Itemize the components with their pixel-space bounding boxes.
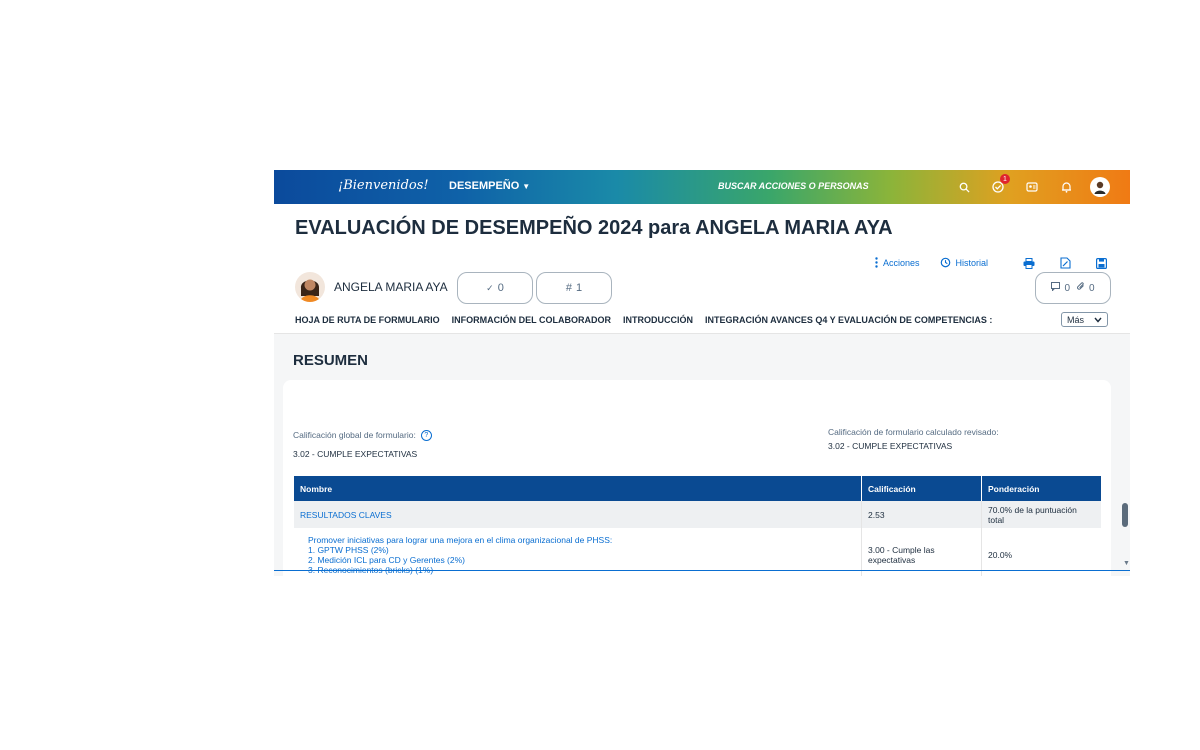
section-weight: 70.0% de la puntuación total bbox=[981, 501, 1101, 528]
module-label: DESEMPEÑO bbox=[449, 180, 520, 192]
summary-card: Calificación global de formulario:? 3.02… bbox=[283, 380, 1111, 576]
overall-rating-value: 3.02 - CUMPLE EXPECTATIVAS bbox=[293, 449, 418, 460]
overall-rating: Calificación global de formulario:? 3.02… bbox=[293, 430, 432, 459]
bell-icon[interactable] bbox=[1056, 177, 1076, 197]
goal-line: 1. GPTW PHSS (2%) bbox=[308, 545, 389, 555]
table-row: Promover iniciativas para lograr una mej… bbox=[294, 528, 1101, 576]
goal-weight: 20.0% bbox=[981, 528, 1101, 576]
approvals-icon[interactable]: 1 bbox=[988, 174, 1010, 197]
more-vertical-icon bbox=[875, 256, 878, 270]
revised-rating-label: Calificación de formulario calculado rev… bbox=[828, 427, 999, 437]
step-number-button[interactable]: # 1 bbox=[536, 272, 612, 304]
search-icon[interactable] bbox=[954, 177, 974, 197]
attachments-count: 0 bbox=[1089, 282, 1095, 294]
sign-document-icon[interactable] bbox=[1056, 255, 1074, 271]
page-title: EVALUACIÓN DE DESEMPEÑO 2024 para ANGELA… bbox=[295, 217, 893, 239]
notification-badge: 1 bbox=[1000, 174, 1010, 184]
revised-rating-value: 3.02 - CUMPLE EXPECTATIVAS bbox=[828, 441, 953, 451]
goal-line: Promover iniciativas para lograr una mej… bbox=[308, 535, 613, 545]
search-input[interactable]: BUSCAR ACCIONES O PERSONAS bbox=[718, 181, 869, 191]
section-rating: 2.53 bbox=[861, 501, 982, 528]
column-header-weight: Ponderación bbox=[981, 476, 1101, 501]
table-row: RESULTADOS CLAVES 2.53 70.0% de la puntu… bbox=[294, 501, 1101, 528]
column-header-rating: Calificación bbox=[861, 476, 982, 501]
scrollbar-thumb[interactable] bbox=[1122, 503, 1128, 527]
step-number: 1 bbox=[576, 282, 583, 294]
goal-link[interactable]: Promover iniciativas para lograr una mej… bbox=[294, 528, 862, 576]
column-header-name: Nombre bbox=[294, 476, 862, 501]
tab-q4-competencies[interactable]: INTEGRACIÓN AVANCES Q4 Y EVALUACIÓN DE C… bbox=[705, 315, 992, 325]
caret-down-icon: ▼ bbox=[522, 182, 531, 191]
form-toolbar: Acciones Historial bbox=[875, 255, 1110, 271]
check-icon: ✓ bbox=[486, 282, 494, 293]
actions-button[interactable]: Acciones bbox=[875, 256, 920, 270]
save-icon[interactable] bbox=[1092, 255, 1110, 271]
completed-items-button[interactable]: ✓ 0 bbox=[457, 272, 533, 304]
employee-info: ANGELA MARIA AYA bbox=[295, 272, 448, 302]
goal-rating: 3.00 - Cumple las expectativas bbox=[861, 528, 982, 576]
user-avatar[interactable] bbox=[1090, 177, 1110, 197]
overall-rating-label: Calificación global de formulario: bbox=[293, 430, 416, 440]
tab-employee-info[interactable]: INFORMACIÓN DEL COLABORADOR bbox=[452, 315, 611, 325]
more-sections-dropdown[interactable]: Más bbox=[1061, 312, 1108, 327]
chevron-down-icon bbox=[1094, 315, 1102, 325]
history-label: Historial bbox=[955, 258, 989, 268]
employee-photo bbox=[295, 272, 325, 302]
completed-count: 0 bbox=[497, 282, 504, 294]
module-menu[interactable]: DESEMPEÑO ▼ bbox=[449, 180, 530, 192]
summary-table: Nombre Calificación Ponderación RESULTAD… bbox=[294, 476, 1101, 576]
employee-name: ANGELA MARIA AYA bbox=[334, 280, 448, 294]
table-header-row: Nombre Calificación Ponderación bbox=[294, 476, 1101, 501]
history-icon bbox=[940, 257, 951, 270]
comment-icon bbox=[1051, 282, 1061, 294]
tab-introduction[interactable]: INTRODUCCIÓN bbox=[623, 315, 693, 325]
scroll-down-icon[interactable]: ▼ bbox=[1123, 560, 1130, 567]
goal-line: 2. Medición ICL para CD y Gerentes (2%) bbox=[308, 555, 465, 565]
comments-count: 0 bbox=[1064, 282, 1070, 294]
divider bbox=[274, 570, 1130, 571]
form-content: RESUMEN Calificación global de formulari… bbox=[274, 333, 1130, 576]
more-label: Más bbox=[1067, 314, 1085, 325]
revised-rating: Calificación de formulario calculado rev… bbox=[828, 427, 999, 451]
actions-label: Acciones bbox=[883, 258, 920, 268]
form-section-tabs: HOJA DE RUTA DE FORMULARIO INFORMACIÓN D… bbox=[295, 315, 992, 325]
tab-route-map[interactable]: HOJA DE RUTA DE FORMULARIO bbox=[295, 315, 440, 325]
print-icon[interactable] bbox=[1020, 255, 1038, 271]
people-profile-icon[interactable] bbox=[1022, 177, 1042, 197]
app-window: ¡Bienvenidos! DESEMPEÑO ▼ BUSCAR ACCIONES… bbox=[274, 170, 1130, 576]
help-icon[interactable]: ? bbox=[420, 430, 432, 442]
paperclip-icon bbox=[1077, 282, 1085, 294]
company-logo[interactable]: ¡Bienvenidos! bbox=[338, 178, 429, 193]
section-name-link[interactable]: RESULTADOS CLAVES bbox=[294, 501, 862, 528]
history-button[interactable]: Historial bbox=[940, 257, 989, 270]
hash-icon: # bbox=[565, 282, 572, 294]
top-navigation-bar: ¡Bienvenidos! DESEMPEÑO ▼ BUSCAR ACCIONES… bbox=[274, 170, 1130, 204]
comments-attachments-button[interactable]: 0 0 bbox=[1035, 272, 1111, 304]
section-heading: RESUMEN bbox=[293, 352, 369, 369]
